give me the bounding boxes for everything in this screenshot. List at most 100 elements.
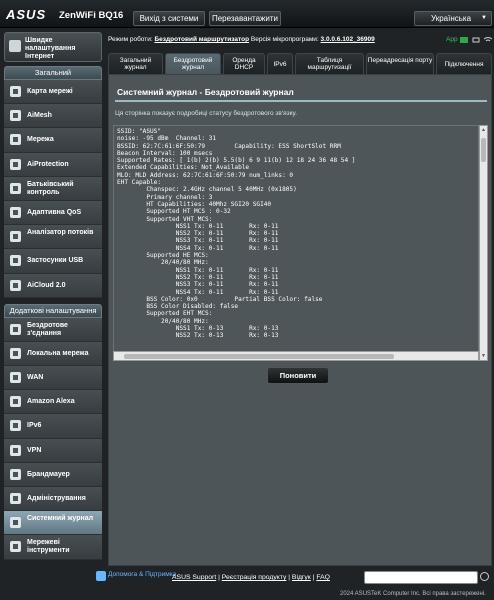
sidebar-item-label: Батьківський контроль [27,180,74,196]
sidebar-item-label: VPN [27,446,42,454]
sidebar: Швидке налаштування Інтернет Загальний К… [4,32,102,560]
footer-search-input[interactable] [364,571,478,584]
asus-logo[interactable]: ASUS [6,7,46,22]
wan-icon [9,371,22,384]
status-bar: Режим роботи: Бездротовий маршрутизатор … [108,33,492,47]
sidebar-item-network-map[interactable]: Карта мережі [4,80,102,105]
scroll-up-icon[interactable]: ▲ [481,127,486,133]
sidebar-item-wan[interactable]: WAN [4,366,102,391]
sidebar-item-label: Брандмауер [27,470,70,478]
sidebar-item-ipv6[interactable]: IPv6 [4,414,102,439]
sidebar-item-parental-control[interactable]: Батьківський контроль [4,176,102,201]
traffic-analyzer-icon [9,230,22,243]
cloud-icon [9,279,22,292]
sidebar-item-label: AiProtection [27,160,69,168]
sidebar-item-label: IPv6 [27,422,42,430]
firmware-label: Версія мікропрограми: [250,36,319,43]
sidebar-item-label: Amazon Alexa [27,398,75,406]
sidebar-item-label: Карта мережі [27,88,73,95]
tab-port-forwarding[interactable]: Переадресація порту [366,53,434,74]
wireless-icon [9,323,22,336]
sidebar-item-label: Застосунки USB [27,257,84,265]
vpn-icon [9,444,22,457]
sidebar-item-qos[interactable]: Адаптивна QoS [4,200,102,226]
sidebar-item-alexa[interactable]: Amazon Alexa [4,390,102,415]
parental-control-icon [9,182,22,195]
general-section-header: Загальний [4,66,102,80]
product-registration-link[interactable]: Реєстрація продукту [222,574,287,581]
top-bar: ASUS ZenWiFi BQ16 Вихід з системи Переза… [0,0,494,28]
sidebar-item-firewall[interactable]: Брандмауер [4,462,102,487]
sidebar-item-label: Мережа [27,136,54,144]
footer: Допомога & Підтримка ASUS Support | Реєс… [0,568,494,588]
lan-icon [9,347,22,360]
wireless-log-textarea[interactable]: SSID: "ASUS" noise: -95 dBm Channel: 31 … [113,125,479,361]
language-select[interactable]: Українська ▼ [414,11,492,26]
admin-icon [9,492,22,505]
tab-routing-table[interactable]: Таблиця маршрутизації [295,53,364,74]
main-panel: Системний журнал - Бездротовий журнал Ця… [108,74,492,566]
operation-mode-value[interactable]: Бездротовий маршрутизатор [155,36,250,43]
sidebar-item-network-tools[interactable]: Мережеві інструменти [4,535,102,560]
sidebar-item-label: Аналізатор потоків [27,229,94,237]
tab-general-log[interactable]: Загальний журнал [108,53,163,74]
tab-ipv6[interactable]: IPv6 [267,53,293,74]
asus-support-link[interactable]: ASUS Support [172,574,216,581]
chevron-down-icon: ▼ [481,15,487,21]
help-support-link[interactable]: Допомога & Підтримка [108,571,176,578]
sidebar-item-network[interactable]: Мережа [4,128,102,153]
sidebar-item-label: Адміністрування [27,495,86,502]
sidebar-item-label: Мережеві інструменти [27,539,70,555]
sidebar-item-label: AiCloud 2.0 [27,281,66,289]
logout-button[interactable]: Вихід з системи [133,11,205,26]
log-vertical-scroll-thumb[interactable] [481,138,486,162]
scroll-down-icon[interactable]: ▼ [481,353,486,359]
tab-connections[interactable]: Підключення [436,53,492,74]
usb-icon [9,254,22,267]
qr-icon[interactable] [460,37,468,43]
sidebar-item-label: Бездротове з'єднання [27,321,68,337]
log-horizontal-scrollbar[interactable] [113,351,479,361]
ipv6-icon [9,419,22,432]
sidebar-item-aimesh[interactable]: AiMesh [4,104,102,129]
tab-wireless-log[interactable]: Бездротовий журнал [165,53,221,74]
search-icon[interactable] [480,572,489,581]
sidebar-item-lan[interactable]: Локальна мережа [4,341,102,367]
qos-icon [9,206,22,219]
reboot-button[interactable]: Перезавантажити [209,11,281,26]
sidebar-item-cloud[interactable]: AiCloud 2.0 [4,273,102,298]
log-horizontal-scroll-thumb[interactable] [124,354,394,359]
refresh-button[interactable]: Поновити [267,367,329,384]
sidebar-item-admin[interactable]: Адміністрування [4,487,102,512]
log-vertical-scrollbar[interactable]: ▲ ▼ [479,125,488,361]
firewall-icon [9,468,22,481]
language-value: Українська [431,14,472,23]
general-menu: Карта мережі AiMesh Мережа AiProtection Бать… [4,80,102,298]
wireless-log-text: SSID: "ASUS" noise: -95 dBm Channel: 31 … [117,128,356,340]
page-description: Ця сторінка показує подробиці статусу бе… [115,110,297,117]
sidebar-item-system-log[interactable]: Системний журнал [4,511,102,536]
sidebar-item-label: WAN [27,374,44,382]
quick-setup-label: Швидке налаштування Інтернет [25,37,76,60]
firmware-value[interactable]: 3.0.0.6.102_36909 [321,36,375,43]
tab-dhcp-leases[interactable]: Оренда DHCP [223,53,265,74]
sidebar-item-vpn[interactable]: VPN [4,438,102,463]
quick-internet-setup-button[interactable]: Швидке налаштування Інтернет [4,32,102,62]
sidebar-item-label: Локальна мережа [27,349,89,357]
advanced-menu: Бездротове з'єднання Локальна мережа WAN Am… [4,317,102,560]
feedback-link[interactable]: Відгук [292,574,311,581]
app-link[interactable]: App [446,33,458,47]
advanced-section-header: Додаткові налаштування [4,303,102,318]
network-icon [9,133,22,146]
network-map-icon [9,85,22,98]
tab-bar: Загальний журнал Бездротовий журнал Орен… [108,53,492,74]
sidebar-item-shield[interactable]: AiProtection [4,152,102,177]
usb-status-icon[interactable] [472,37,480,43]
wifi-status-icon[interactable] [484,37,492,43]
sidebar-item-wireless[interactable]: Бездротове з'єднання [4,317,102,342]
sidebar-item-traffic-analyzer[interactable]: Аналізатор потоків [4,225,102,250]
page-title: Системний журнал - Бездротовий журнал [117,87,294,97]
operation-mode-label: Режим роботи: [108,36,153,43]
sidebar-item-usb[interactable]: Застосунки USB [4,249,102,274]
faq-link[interactable]: FAQ [316,574,330,581]
